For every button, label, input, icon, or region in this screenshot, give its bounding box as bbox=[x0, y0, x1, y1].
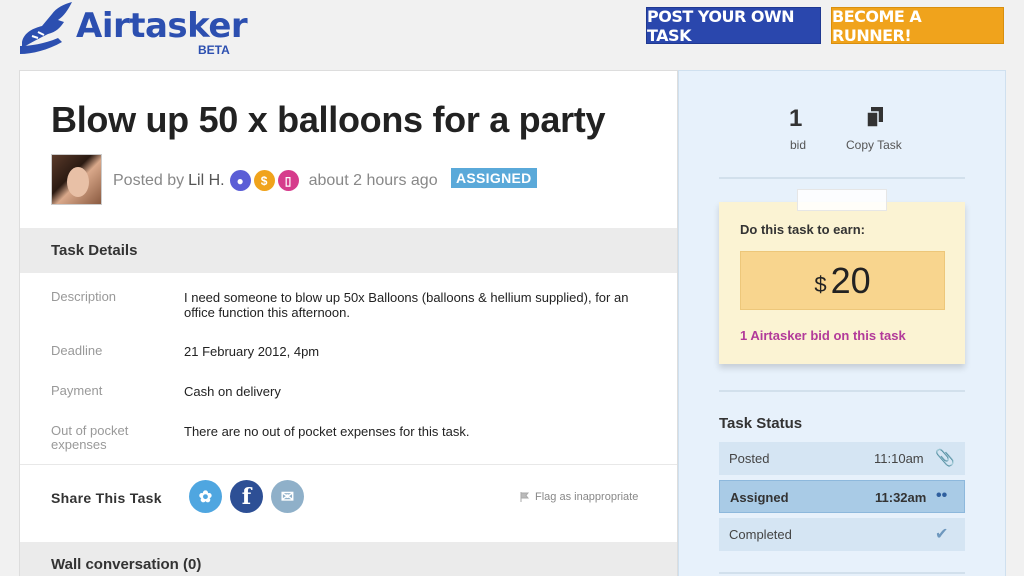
posted-time: about 2 hours ago bbox=[308, 171, 438, 189]
deadline-label: Deadline bbox=[51, 343, 103, 358]
poster-avatar[interactable] bbox=[51, 154, 102, 205]
share-divider bbox=[20, 464, 677, 465]
price-box: $ 20 bbox=[740, 251, 945, 310]
checkmark-icon: ✔ bbox=[935, 526, 949, 543]
status-badge: ASSIGNED bbox=[451, 168, 537, 188]
status-time: 11:10am bbox=[874, 451, 924, 466]
task-main-panel: Blow up 50 x balloons for a party Posted… bbox=[19, 70, 678, 576]
payment-verified-badge-icon[interactable]: $ bbox=[253, 170, 275, 191]
expenses-label: Out of pocket expenses bbox=[51, 423, 129, 452]
price-amount: 20 bbox=[830, 259, 871, 301]
poster-name-link[interactable]: Lil H. bbox=[188, 172, 224, 190]
bid-label: bid bbox=[790, 138, 807, 152]
airtasker-logo[interactable]: Airtasker BETA bbox=[18, 0, 248, 62]
earn-card: Do this task to earn: $ 20 1 Airtasker b… bbox=[719, 202, 965, 364]
sidebar-divider-mid bbox=[719, 390, 965, 392]
copy-task-link[interactable]: Copy Task bbox=[846, 138, 902, 152]
price-currency: $ bbox=[814, 271, 827, 297]
wall-conversation-heading: Wall conversation (0) bbox=[51, 556, 202, 573]
logo-beta-label: BETA bbox=[198, 43, 230, 57]
share-this-task-label: Share This Task bbox=[51, 490, 162, 506]
task-status-heading: Task Status bbox=[719, 415, 803, 432]
description-label: Description bbox=[51, 289, 117, 304]
status-row-posted: Posted 11:10am 📎 bbox=[719, 442, 965, 475]
post-your-own-task-button[interactable]: POST YOUR OWN TASK bbox=[646, 7, 821, 45]
wall-conversation-header: Wall conversation (0) bbox=[20, 542, 677, 576]
flag-icon bbox=[520, 492, 529, 502]
status-time: 11:32am bbox=[875, 490, 927, 505]
payment-value: Cash on delivery bbox=[184, 384, 281, 399]
sidebar-divider-bottom bbox=[719, 572, 965, 574]
email-share-icon[interactable]: ✉ bbox=[271, 480, 304, 513]
sidebar-divider-top bbox=[719, 177, 965, 179]
copy-task-icon[interactable] bbox=[866, 107, 884, 129]
logo-wordmark: Airtasker bbox=[76, 6, 248, 46]
bid-count: 1 bbox=[789, 105, 803, 132]
flag-inappropriate-link[interactable]: Flag as inappropriate bbox=[520, 491, 638, 503]
deadline-value: 21 February 2012, 4pm bbox=[184, 344, 320, 359]
task-details-heading: Task Details bbox=[51, 242, 138, 259]
facebook-share-icon[interactable]: f bbox=[230, 480, 263, 513]
task-details-header: Task Details bbox=[20, 228, 677, 273]
verified-id-badge-icon[interactable]: ● bbox=[229, 170, 251, 191]
earn-label: Do this task to earn: bbox=[740, 222, 865, 237]
mobile-verified-badge-icon[interactable]: ▯ bbox=[277, 170, 299, 191]
become-a-runner-button[interactable]: BECOME A RUNNER! bbox=[831, 7, 1004, 45]
bids-on-task-link[interactable]: 1 Airtasker bid on this task bbox=[740, 328, 906, 343]
status-row-assigned: Assigned 11:32am •• bbox=[719, 480, 965, 513]
expenses-value: There are no out of pocket expenses for … bbox=[184, 424, 470, 439]
paperclip-icon: 📎 bbox=[935, 450, 955, 467]
task-sidebar: 1 bid Copy Task Do this task to earn: $ … bbox=[678, 70, 1006, 576]
posted-by-line: Posted by Lil H. ● $ ▯ about 2 hours ago bbox=[113, 170, 438, 191]
status-name: Assigned bbox=[730, 490, 789, 505]
winged-shoe-icon bbox=[20, 2, 72, 54]
flag-label: Flag as inappropriate bbox=[535, 491, 639, 503]
payment-label: Payment bbox=[51, 383, 103, 398]
task-title: Blow up 50 x balloons for a party bbox=[51, 99, 606, 140]
posted-by-prefix: Posted by bbox=[113, 171, 185, 189]
status-name: Posted bbox=[729, 451, 770, 466]
tape-decoration bbox=[797, 189, 887, 211]
twitter-share-icon[interactable]: ✿ bbox=[189, 480, 222, 513]
status-row-completed: Completed ✔ bbox=[719, 518, 965, 551]
description-value: I need someone to blow up 50x Balloons (… bbox=[184, 290, 629, 320]
footprints-icon: •• bbox=[936, 487, 948, 504]
poster-badges: ● $ ▯ bbox=[229, 170, 299, 191]
avatar-face bbox=[67, 167, 89, 197]
status-name: Completed bbox=[729, 527, 792, 542]
